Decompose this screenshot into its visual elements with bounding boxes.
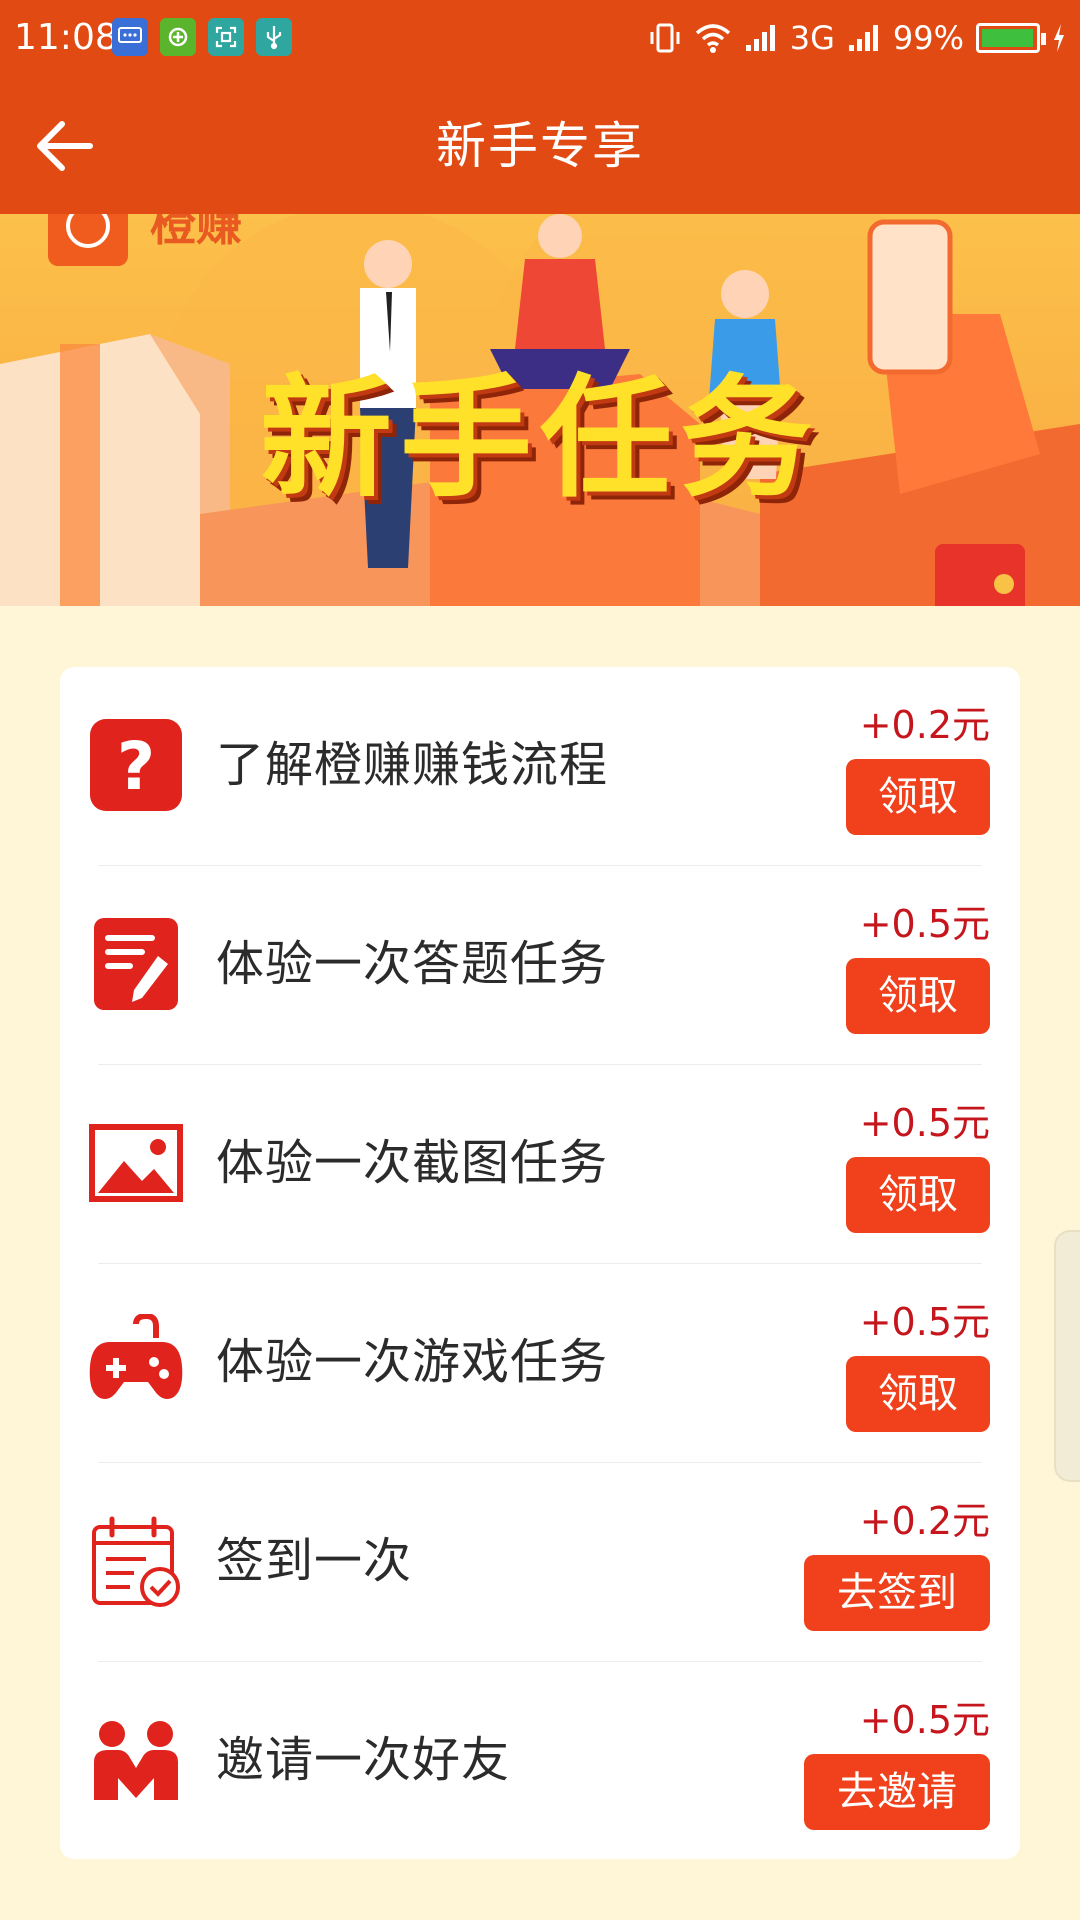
task-item: 体验一次答题任务 +0.5元 领取 <box>60 866 1020 1065</box>
task-name: 体验一次答题任务 <box>216 936 609 992</box>
task-name: 邀请一次好友 <box>216 1732 511 1788</box>
vibrate-icon <box>650 23 680 53</box>
image-icon <box>89 1124 183 1202</box>
gamepad-icon <box>89 1314 183 1399</box>
banner-logo-text: 橙赚 <box>150 214 242 251</box>
task-name: 体验一次截图任务 <box>216 1135 609 1191</box>
task-item: 体验一次游戏任务 +0.5元 领取 <box>60 1264 1020 1463</box>
message-icon <box>112 18 148 56</box>
sync-icon <box>160 18 196 56</box>
claim-button[interactable]: 领取 <box>846 759 990 835</box>
task-item: ? 了解橙赚赚钱流程 +0.2元 领取 <box>60 667 1020 866</box>
invite-friends-icon <box>94 1721 178 1800</box>
task-reward: +0.5元 <box>859 1698 990 1742</box>
title-bar: 新手专享 <box>0 78 1080 214</box>
task-reward: +0.5元 <box>859 902 990 946</box>
task-item: 签到一次 +0.2元 去签到 <box>60 1463 1020 1662</box>
charging-icon <box>1054 24 1064 52</box>
notification-icons <box>112 18 292 56</box>
newbie-banner[interactable]: 橙赚 新手任务 <box>0 214 1080 606</box>
banner-headline: 新手任务 <box>260 362 820 516</box>
task-reward: +0.2元 <box>859 1499 990 1543</box>
checkin-button[interactable]: 去签到 <box>804 1555 990 1631</box>
signal-icon <box>745 25 775 51</box>
svg-text:?: ? <box>117 728 155 805</box>
status-bar: 11:08 3G 99% <box>0 0 1080 78</box>
battery-icon <box>976 23 1046 53</box>
task-reward: +0.5元 <box>859 1101 990 1145</box>
task-item: 体验一次截图任务 +0.5元 领取 <box>60 1065 1020 1264</box>
invite-button[interactable]: 去邀请 <box>804 1754 990 1830</box>
task-name: 了解橙赚赚钱流程 <box>216 737 609 793</box>
signal-icon-2 <box>848 25 878 51</box>
question-icon: ? <box>90 719 182 811</box>
task-reward: +0.2元 <box>859 703 990 747</box>
floating-side-handle[interactable] <box>1054 1230 1080 1482</box>
claim-button[interactable]: 领取 <box>846 1157 990 1233</box>
task-name: 签到一次 <box>216 1533 413 1589</box>
task-reward: +0.5元 <box>859 1300 990 1344</box>
task-list-card: ? 了解橙赚赚钱流程 +0.2元 领取 体验一次答题任务 +0.5元 领取 体验… <box>60 667 1020 1859</box>
status-right: 3G 99% <box>648 14 1066 62</box>
claim-button[interactable]: 领取 <box>846 1356 990 1432</box>
task-item: 邀请一次好友 +0.5元 去邀请 <box>60 1662 1020 1861</box>
status-time: 11:08 <box>14 17 118 58</box>
edit-note-icon <box>94 918 178 1010</box>
battery-percent: 99% <box>892 19 964 57</box>
wifi-icon <box>695 24 730 53</box>
task-name: 体验一次游戏任务 <box>216 1334 609 1390</box>
scan-icon <box>208 18 244 56</box>
claim-button[interactable]: 领取 <box>846 958 990 1034</box>
network-type: 3G <box>789 19 835 57</box>
calendar-check-icon <box>92 1516 180 1607</box>
usb-icon <box>256 18 292 56</box>
page-title: 新手专享 <box>436 117 644 175</box>
